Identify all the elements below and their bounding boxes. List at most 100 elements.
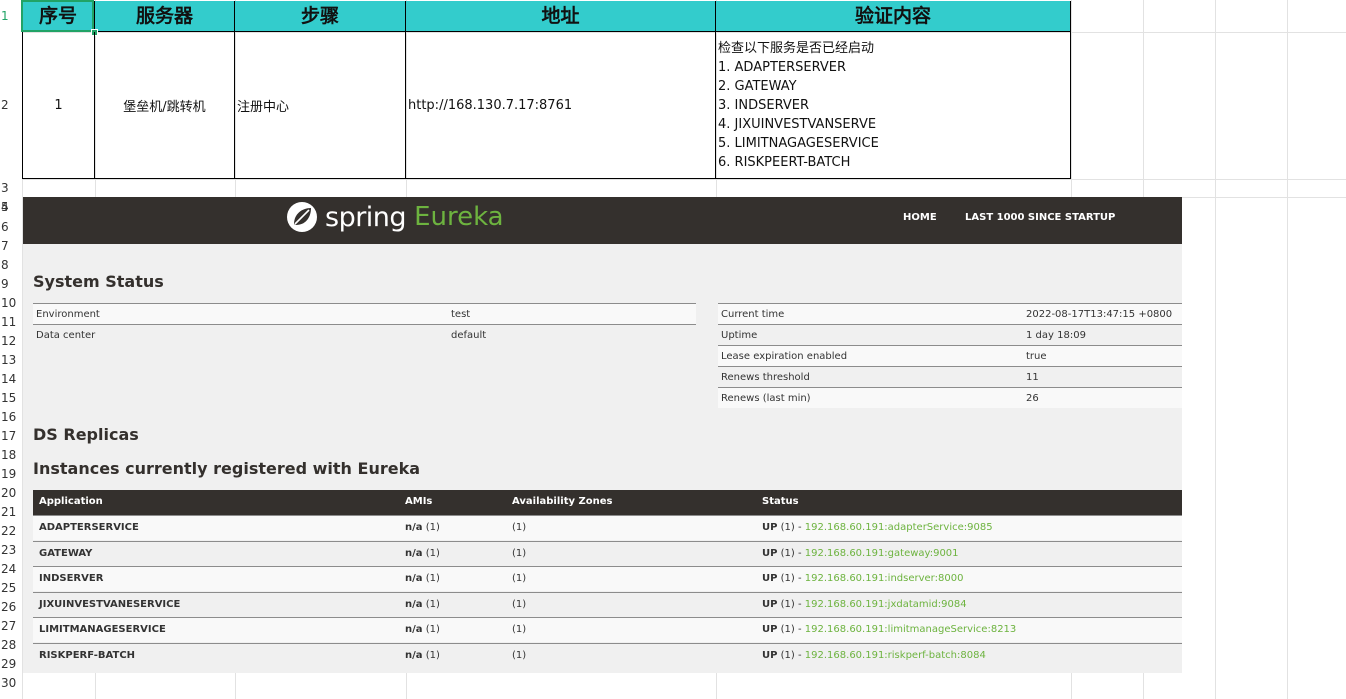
row-header[interactable]: 28 (0, 636, 22, 655)
spring-eureka-logo[interactable]: spring Eureka (285, 199, 504, 235)
env-value: test (448, 303, 696, 325)
row-header[interactable]: 11 (0, 313, 22, 332)
table-row: Renews (last min) 26 (718, 387, 1182, 408)
logo-word: spring (325, 201, 407, 233)
status-up: UP (762, 547, 778, 559)
selected-cell-outline (21, 0, 94, 32)
cell-seq-text: 1 (54, 97, 63, 113)
instance-zones: (1) (512, 522, 527, 533)
instance-amis: n/a (1) (405, 573, 440, 584)
row-header[interactable]: 20 (0, 484, 22, 503)
instances-table-header: Application AMIs Availability Zones Stat… (33, 490, 1182, 515)
nav-home-link[interactable]: HOME (903, 212, 937, 223)
row-header[interactable]: 9 (0, 275, 22, 294)
header-verify[interactable]: 验证内容 (716, 1, 1071, 32)
ami-count: (1) (425, 573, 440, 585)
environment-table: Environment test Data center default (33, 303, 696, 345)
col-status: Status (762, 496, 799, 507)
status-value: 2022-08-17T13:47:15 +0800 (1023, 303, 1182, 325)
row-header[interactable]: 26 (0, 598, 22, 617)
cell-server[interactable]: 堡垒机/跳转机 (95, 32, 235, 179)
instance-amis: n/a (1) (405, 548, 440, 559)
ds-replicas-title: DS Replicas (33, 425, 139, 444)
row-header[interactable]: 10 (0, 294, 22, 313)
instance-link[interactable]: 192.168.60.191:jxdatamid:9084 (805, 599, 967, 610)
table-row: ADAPTERSERVICE n/a (1) (1) UP (1) - 192.168… (33, 515, 1182, 540)
status-label: Current time (718, 303, 1023, 325)
instance-status: UP (1) - 192.168.60.191:riskperf-batch:8… (762, 650, 986, 661)
status-label: Lease expiration enabled (718, 345, 1023, 367)
row-header[interactable]: 16 (0, 408, 22, 427)
instance-app: INDSERVER (39, 573, 104, 585)
row-header[interactable]: 30 (0, 674, 22, 693)
env-label: Data center (33, 324, 448, 345)
instance-status: UP (1) - 192.168.60.191:indserver:8000 (762, 573, 963, 584)
env-value: default (448, 324, 696, 345)
instances-title: Instances currently registered with Eure… (33, 459, 421, 478)
status-up: UP (762, 598, 778, 610)
row-header[interactable]: 29 (0, 655, 22, 674)
spring-leaf-icon (287, 202, 317, 232)
row-header[interactable]: 12 (0, 332, 22, 351)
table-row: Renews threshold 11 (718, 366, 1182, 388)
status-up: UP (762, 573, 778, 585)
grid-row-line (22, 179, 1346, 180)
eureka-screenshot: spring Eureka HOME LAST 1000 SINCE START… (23, 197, 1182, 673)
row-header[interactable]: 19 (0, 465, 22, 484)
instance-status: UP (1) - 192.168.60.191:adapterService:9… (762, 522, 993, 533)
instance-link[interactable]: 192.168.60.191:adapterService:9085 (805, 522, 993, 533)
row-header[interactable]: 14 (0, 370, 22, 389)
row-header[interactable]: 21 (0, 503, 22, 522)
logo-product: Eureka (414, 202, 504, 232)
instance-link[interactable]: 192.168.60.191:limitmanageService:8213 (805, 624, 1017, 635)
row-header[interactable]: 23 (0, 541, 22, 560)
row-header[interactable]: 5 (0, 197, 22, 218)
system-status-title: System Status (33, 272, 164, 291)
instance-app: RISKPERF-BATCH (39, 650, 136, 661)
status-label: Renews (last min) (718, 387, 1023, 408)
nav-last1000-link[interactable]: LAST 1000 SINCE STARTUP (965, 212, 1115, 223)
instance-link[interactable]: 192.168.60.191:gateway:9001 (805, 548, 959, 559)
cell-seq[interactable]: 1 (22, 32, 95, 179)
instance-status: UP (1) - 192.168.60.191:limitmanageServi… (762, 624, 1016, 635)
status-count: (1) - (780, 598, 802, 610)
cell-step[interactable]: 注册中心 (235, 32, 406, 179)
cell-address[interactable]: http://168.130.7.17:8761 (406, 32, 716, 179)
ami-label: n/a (405, 573, 423, 585)
instance-zones: (1) (512, 598, 527, 610)
row-header[interactable]: 18 (0, 446, 22, 465)
row-header[interactable]: 1 (0, 0, 22, 32)
row-header[interactable]: 17 (0, 427, 22, 446)
ami-label: n/a (405, 547, 423, 559)
status-label: Uptime (718, 324, 1023, 346)
row-header[interactable]: 7 (0, 237, 22, 256)
status-value: 1 day 18:09 (1023, 324, 1182, 346)
status-count: (1) - (780, 547, 802, 559)
status-label: Renews threshold (718, 366, 1023, 388)
verify-line: 4. JIXUINVESTVANSERVE (718, 117, 877, 132)
row-header[interactable]: 2 (0, 32, 22, 179)
row-header[interactable]: 15 (0, 389, 22, 408)
header-step[interactable]: 步骤 (235, 1, 406, 32)
header-server[interactable]: 服务器 (95, 1, 235, 32)
row-header[interactable]: 22 (0, 522, 22, 541)
cell-step-text: 注册中心 (237, 99, 290, 115)
row-header[interactable]: 6 (0, 218, 22, 237)
instance-app: GATEWAY (39, 547, 93, 559)
instance-link[interactable]: 192.168.60.191:riskperf-batch:8084 (805, 650, 986, 661)
instance-link[interactable]: 192.168.60.191:indserver:8000 (805, 573, 964, 584)
verify-line: 检查以下服务是否已经启动 (718, 41, 875, 56)
instance-status: UP (1) - 192.168.60.191:gateway:9001 (762, 548, 959, 559)
instance-amis: n/a (1) (405, 522, 440, 533)
row-header[interactable]: 13 (0, 351, 22, 370)
instance-app: LIMITMANAGESERVICE (39, 624, 166, 636)
row-header[interactable]: 24 (0, 560, 22, 579)
header-address[interactable]: 地址 (406, 1, 716, 32)
row-header[interactable]: 3 (0, 179, 22, 197)
row-header[interactable]: 27 (0, 617, 22, 636)
row-header[interactable]: 25 (0, 579, 22, 598)
verify-line: 1. ADAPTERSERVER (718, 60, 847, 75)
table-row: RISKPERF-BATCH n/a (1) (1) UP (1) - 192.168… (33, 643, 1182, 668)
cell-verify[interactable]: 检查以下服务是否已经启动 1. ADAPTERSERVER 2. GATEWAY… (716, 32, 1071, 179)
row-header[interactable]: 8 (0, 256, 22, 275)
